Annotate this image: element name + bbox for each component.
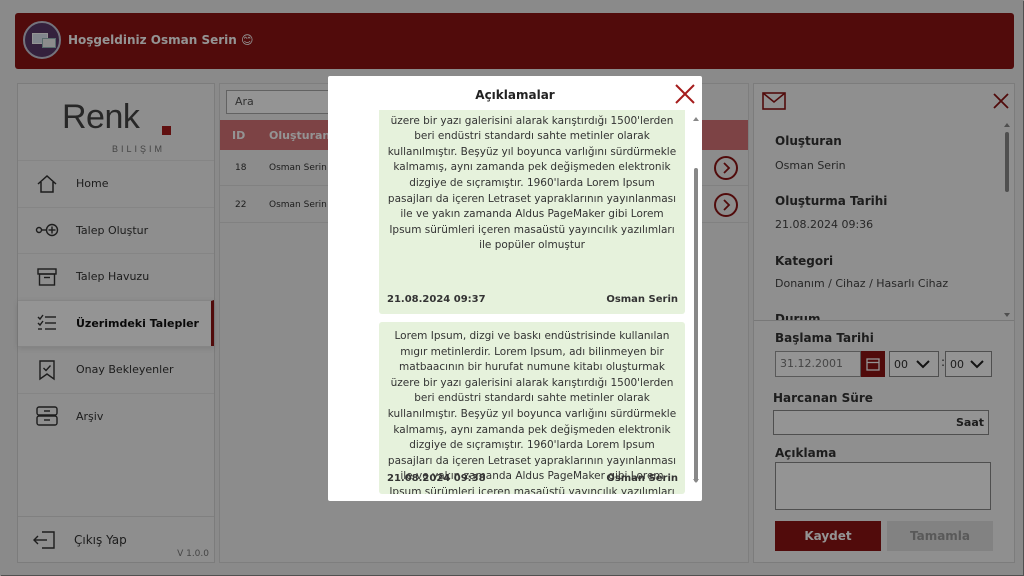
comment-card: Lorem Ipsum, dizgi ve baskı endüstrisind… (379, 322, 685, 494)
close-icon[interactable] (674, 83, 696, 108)
comment-card: matbaacının bir hurufat numune kitabı ol… (379, 110, 685, 314)
comment-author: Osman Serin (606, 473, 678, 484)
comment-date: 21.08.2024 09:38 (387, 473, 486, 484)
comment-text: matbaacının bir hurufat numune kitabı ol… (387, 110, 677, 252)
comment-date: 21.08.2024 09:37 (387, 294, 486, 305)
scrollbar-thumb[interactable] (694, 168, 698, 482)
comments-dialog: Açıklamalar matbaacının bir hurufat numu… (328, 76, 702, 501)
scroll-up-icon (693, 117, 699, 121)
dialog-scrollbar[interactable] (693, 116, 699, 483)
comments-list: matbaacının bir hurufat numune kitabı ol… (374, 110, 700, 494)
dialog-title: Açıklamalar (475, 88, 555, 102)
scroll-down-icon (693, 479, 699, 483)
comment-author: Osman Serin (606, 294, 678, 305)
comment-text: Lorem Ipsum, dizgi ve baskı endüstrisind… (387, 330, 677, 494)
app-window: Hoşgeldiniz Osman Serin 😊 Renk BILIŞIM H… (0, 0, 1024, 576)
